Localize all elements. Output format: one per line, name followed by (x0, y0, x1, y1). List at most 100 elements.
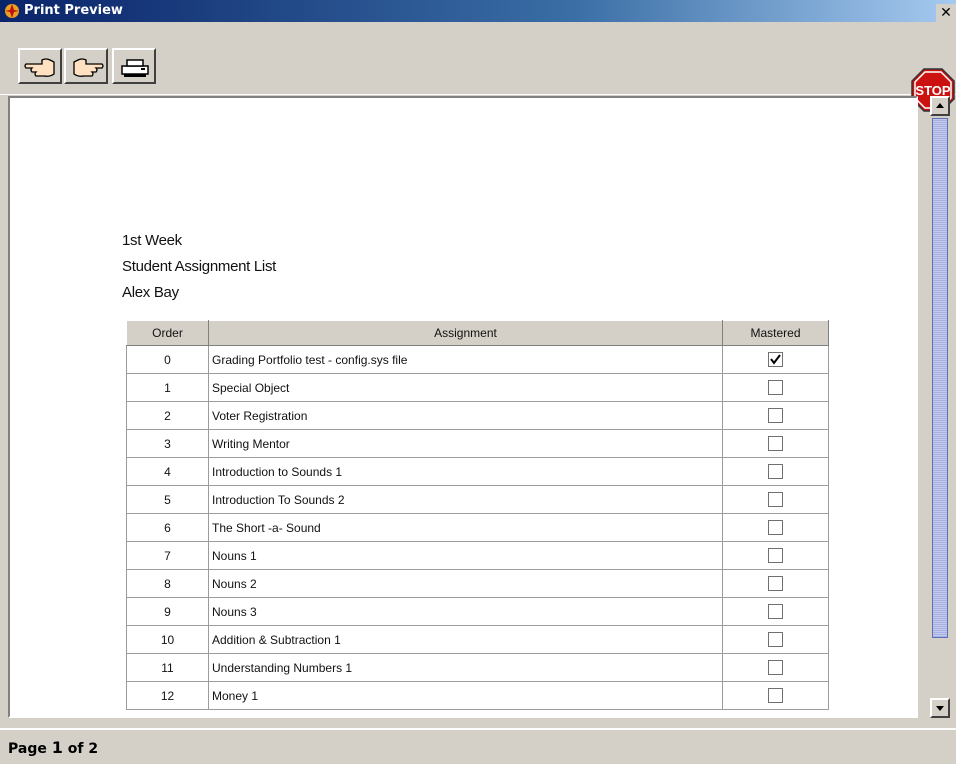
mastered-checkbox[interactable] (768, 688, 783, 704)
mastered-cell (722, 681, 829, 710)
mastered-cell (722, 513, 829, 542)
table-row: 8 Nouns 2 (126, 569, 829, 598)
table-header-row: Order Assignment Mastered (126, 320, 829, 346)
mastered-checkbox[interactable] (768, 576, 783, 592)
mastered-cell (722, 653, 829, 682)
mastered-cell (722, 401, 829, 430)
arrow-down-icon (936, 706, 944, 711)
assignment-cell: The Short -a- Sound (208, 513, 723, 542)
mastered-checkbox[interactable] (768, 548, 783, 564)
column-header-order: Order (126, 320, 209, 346)
order-cell: 1 (126, 373, 209, 402)
assignment-cell: Addition & Subtraction 1 (208, 625, 723, 654)
assignment-cell: Introduction To Sounds 2 (208, 485, 723, 514)
arrow-up-icon (936, 103, 944, 108)
mastered-cell (722, 485, 829, 514)
table-row: 7 Nouns 1 (126, 541, 829, 570)
order-cell: 3 (126, 429, 209, 458)
table-row: 6 The Short -a- Sound (126, 513, 829, 542)
next-page-button[interactable] (64, 48, 108, 84)
hand-pointing-right-icon (73, 58, 104, 77)
assignment-cell: Nouns 3 (208, 597, 723, 626)
preview-page: 1st Week Student Assignment List Alex Ba… (8, 96, 918, 718)
current-page: 1 (51, 738, 63, 757)
scroll-thumb[interactable] (932, 118, 948, 638)
mastered-checkbox[interactable] (768, 380, 783, 396)
mastered-cell (722, 457, 829, 486)
scroll-up-button[interactable] (930, 96, 950, 116)
assignment-cell: Writing Mentor (208, 429, 723, 458)
mastered-cell (722, 625, 829, 654)
order-cell: 4 (126, 457, 209, 486)
order-cell: 6 (126, 513, 209, 542)
assignment-cell: Nouns 2 (208, 569, 723, 598)
table-row: 2 Voter Registration (126, 401, 829, 430)
mastered-checkbox[interactable] (768, 632, 783, 648)
total-pages: 2 (88, 741, 99, 757)
assignment-cell: Money 1 (208, 681, 723, 710)
table-row: 0 Grading Portfolio test - config.sys fil… (126, 345, 829, 374)
page-indicator: Page 1 of 2 (8, 738, 98, 757)
table-row: 5 Introduction To Sounds 2 (126, 485, 829, 514)
close-icon: ✕ (940, 5, 952, 21)
assignment-cell: Grading Portfolio test - config.sys file (208, 345, 723, 374)
status-bar: Page 1 of 2 (0, 728, 956, 764)
column-header-assignment: Assignment (208, 320, 723, 346)
assignment-cell: Special Object (208, 373, 723, 402)
vertical-scrollbar[interactable] (930, 96, 950, 718)
checkmark-icon (770, 354, 781, 365)
app-icon (5, 4, 19, 18)
page-heading: 1st Week Student Assignment List Alex Ba… (122, 228, 276, 306)
order-cell: 10 (126, 625, 209, 654)
page-of: of (67, 741, 84, 757)
order-cell: 12 (126, 681, 209, 710)
mastered-cell (722, 597, 829, 626)
order-cell: 11 (126, 653, 209, 682)
assignment-table: Order Assignment Mastered 0 Grading Portf… (126, 320, 829, 710)
close-button[interactable]: ✕ (936, 4, 956, 22)
assignment-cell: Understanding Numbers 1 (208, 653, 723, 682)
order-cell: 0 (126, 345, 209, 374)
order-cell: 2 (126, 401, 209, 430)
scroll-down-button[interactable] (930, 698, 950, 718)
order-cell: 8 (126, 569, 209, 598)
assignment-cell: Nouns 1 (208, 541, 723, 570)
column-header-mastered: Mastered (722, 320, 829, 346)
order-cell: 7 (126, 541, 209, 570)
toolbar: STOP (0, 22, 956, 112)
mastered-checkbox[interactable] (768, 660, 783, 676)
order-cell: 5 (126, 485, 209, 514)
mastered-checkbox[interactable] (768, 464, 783, 480)
mastered-cell (722, 541, 829, 570)
table-row: 12 Money 1 (126, 681, 829, 710)
mastered-checkbox[interactable] (768, 604, 783, 620)
mastered-checkbox[interactable] (768, 408, 783, 424)
table-row: 1 Special Object (126, 373, 829, 402)
title-bar: Print Preview ✕ (0, 0, 956, 22)
mastered-cell (722, 429, 829, 458)
printer-icon (121, 59, 149, 77)
mastered-checkbox[interactable] (768, 492, 783, 508)
mastered-checkbox[interactable] (768, 352, 783, 368)
table-row: 10 Addition & Subtraction 1 (126, 625, 829, 654)
assignment-cell: Voter Registration (208, 401, 723, 430)
heading-title: Student Assignment List (122, 258, 277, 275)
table-row: 9 Nouns 3 (126, 597, 829, 626)
mastered-cell (722, 373, 829, 402)
previous-page-button[interactable] (18, 48, 62, 84)
order-cell: 9 (126, 597, 209, 626)
mastered-cell (722, 569, 829, 598)
heading-student: Alex Bay (122, 284, 179, 301)
table-row: 11 Understanding Numbers 1 (126, 653, 829, 682)
table-row: 3 Writing Mentor (126, 429, 829, 458)
print-button[interactable] (112, 48, 156, 84)
mastered-checkbox[interactable] (768, 436, 783, 452)
window-title: Print Preview (24, 3, 123, 18)
heading-week: 1st Week (122, 232, 182, 249)
assignment-cell: Introduction to Sounds 1 (208, 457, 723, 486)
table-row: 4 Introduction to Sounds 1 (126, 457, 829, 486)
mastered-cell (722, 345, 829, 374)
hand-pointing-left-icon (24, 58, 55, 77)
mastered-checkbox[interactable] (768, 520, 783, 536)
page-prefix: Page (8, 741, 47, 757)
